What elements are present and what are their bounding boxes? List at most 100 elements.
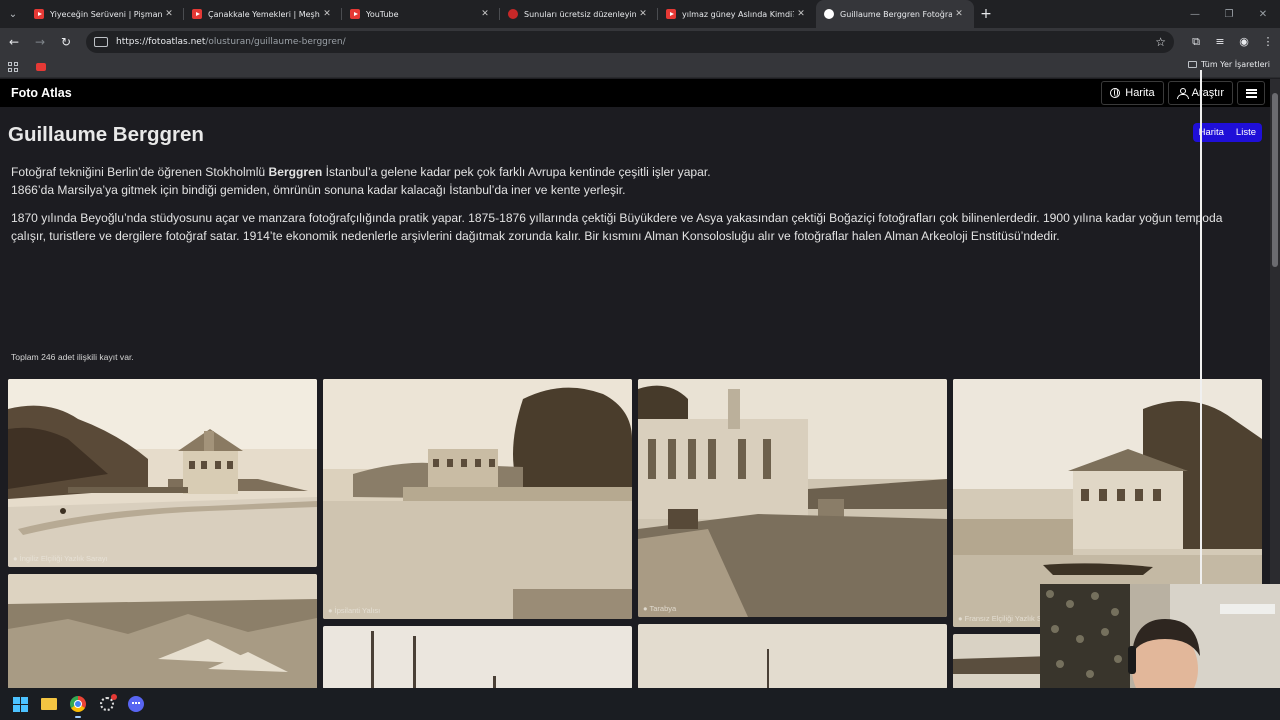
- biography: Fotoğraf tekniğini Berlin’de öğrenen Sto…: [11, 164, 1241, 256]
- chrome-taskbar-button[interactable]: [68, 694, 88, 718]
- extensions-icon[interactable]: ⧉: [1184, 35, 1208, 49]
- close-icon[interactable]: ✕: [952, 9, 966, 19]
- url-path: /olusturan/guillaume-berggren/: [205, 37, 346, 47]
- recording-app-icon: [100, 694, 117, 711]
- tab-title: Sunuları ücretsiz düzenleyin | W...: [524, 9, 636, 19]
- browser-toolbar: ← → ↻ https://fotoatlas.net/olusturan/gu…: [0, 28, 1280, 56]
- close-icon[interactable]: ✕: [320, 9, 334, 19]
- bio-text: 1866’da Marsilya’ya gitmek için bindiği …: [11, 182, 626, 197]
- map-nav-label: Harita: [1125, 87, 1155, 99]
- discord-taskbar-button[interactable]: [126, 694, 146, 714]
- sepia-photo: [8, 379, 317, 567]
- sepia-photo: [323, 379, 632, 619]
- new-tab-button[interactable]: +: [974, 6, 998, 22]
- bio-paragraph-2: 1870 yılında Beyoğlu’nda stüdyosunu açar…: [11, 211, 1223, 243]
- tab-title: Çanakkale Yemekleri | Meşhur Y...: [208, 9, 320, 19]
- reload-icon[interactable]: ↻: [54, 30, 78, 54]
- globe-icon: [824, 9, 834, 19]
- photo-card[interactable]: [323, 626, 632, 688]
- browser-tab[interactable]: Yiyeceğin Serüveni | Pişmaniye... ✕: [26, 0, 184, 28]
- tab-title: Yiyeceğin Serüveni | Pişmaniye...: [50, 9, 162, 19]
- close-icon[interactable]: ✕: [478, 9, 492, 19]
- bookmark-star-icon[interactable]: ☆: [1155, 35, 1166, 49]
- bio-text: İstanbul’a gelene kadar pek çok farklı A…: [322, 165, 711, 179]
- kebab-menu-icon[interactable]: ⋮: [1256, 35, 1280, 49]
- sepia-photo: [953, 634, 1053, 688]
- globe-icon: [1110, 88, 1121, 98]
- photo-card[interactable]: ● İngiliz Elçiliği Yazlık Sarayı: [8, 379, 317, 567]
- slides-icon: [508, 9, 518, 19]
- youtube-icon: [34, 9, 44, 19]
- bio-text: Fotoğraf tekniğini Berlin’de öğrenen Sto…: [11, 165, 269, 179]
- apps-grid-icon[interactable]: [8, 61, 18, 72]
- site-info-icon[interactable]: [94, 37, 108, 47]
- browser-tab-bar: ⌄ Yiyeceğin Serüveni | Pişmaniye... ✕ Ça…: [0, 0, 1280, 28]
- back-icon[interactable]: ←: [2, 30, 26, 54]
- photo-caption: ● İpsilanti Yalısı: [328, 606, 381, 615]
- menu-button[interactable]: [1237, 81, 1265, 105]
- folder-icon: [1187, 61, 1197, 68]
- text-cursor-line: [1200, 70, 1202, 584]
- os-taskbar: [0, 688, 1280, 720]
- youtube-icon: [192, 9, 202, 19]
- tab-title: Guillaume Berggren Fotoğrafları...: [840, 9, 952, 19]
- obs-taskbar-button[interactable]: [97, 694, 117, 714]
- bookmarks-bar: Tüm Yer İşaretleri: [0, 56, 1280, 78]
- address-bar[interactable]: https://fotoatlas.net/olusturan/guillaum…: [86, 31, 1174, 53]
- sepia-photo: [638, 624, 947, 688]
- site-header: Foto Atlas Harita Araştır: [0, 79, 1280, 107]
- scrollbar-thumb[interactable]: [1272, 93, 1278, 267]
- photo-caption: ● Tarabya: [643, 604, 677, 613]
- site-brand[interactable]: Foto Atlas: [11, 86, 72, 100]
- youtube-icon: [350, 9, 360, 19]
- tab-title: YouTube: [366, 9, 399, 19]
- record-count: Toplam 246 adet ilişkili kayıt var.: [11, 352, 134, 362]
- map-view-button[interactable]: Harita: [1192, 123, 1230, 142]
- profile-icon[interactable]: ◉: [1232, 35, 1256, 49]
- browser-tab[interactable]: Çanakkale Yemekleri | Meşhur Y... ✕: [184, 0, 342, 28]
- browser-tab-active[interactable]: Guillaume Berggren Fotoğrafları... ✕: [816, 0, 974, 28]
- map-nav-button[interactable]: Harita: [1101, 81, 1164, 105]
- sepia-photo: [638, 379, 947, 617]
- windows-logo-icon: [12, 696, 28, 712]
- photo-card[interactable]: [953, 634, 1053, 688]
- list-view-button[interactable]: Liste: [1229, 123, 1262, 142]
- forward-icon[interactable]: →: [28, 30, 52, 54]
- youtube-bookmark-icon[interactable]: [36, 62, 46, 71]
- bio-bold-name: Berggren: [268, 165, 323, 179]
- explore-icon: [1176, 88, 1189, 99]
- close-window-icon[interactable]: ✕: [1246, 0, 1280, 28]
- close-icon[interactable]: ✕: [636, 9, 650, 19]
- tab-search-icon[interactable]: ⌄: [0, 0, 26, 28]
- all-bookmarks-button[interactable]: Tüm Yer İşaretleri: [1187, 60, 1270, 69]
- photo-card[interactable]: [638, 624, 947, 688]
- file-explorer-button[interactable]: [39, 694, 59, 714]
- photo-caption: ● İngiliz Elçiliği Yazlık Sarayı: [13, 554, 108, 563]
- explore-nav-label: Araştır: [1191, 87, 1224, 99]
- tab-title: yılmaz güney Aslında Kimdi? | Y...: [682, 9, 794, 19]
- url-text[interactable]: https://fotoatlas.net/olusturan/guillaum…: [116, 37, 1155, 47]
- hamburger-icon: [1245, 88, 1257, 98]
- chrome-icon: [70, 696, 86, 712]
- browser-tab[interactable]: YouTube ✕: [342, 0, 500, 28]
- windows-start-button[interactable]: [10, 694, 30, 714]
- photo-card[interactable]: [8, 574, 317, 688]
- folder-icon: [41, 698, 57, 710]
- all-bookmarks-label: Tüm Yer İşaretleri: [1200, 60, 1270, 69]
- view-toggle: Harita Liste: [1192, 123, 1262, 142]
- youtube-icon: [666, 9, 676, 19]
- photo-card[interactable]: ● Tarabya: [638, 379, 947, 617]
- browser-tab[interactable]: yılmaz güney Aslında Kimdi? | Y... ✕: [658, 0, 816, 28]
- minimize-icon[interactable]: —: [1178, 0, 1212, 28]
- url-host: https://fotoatlas.net: [116, 37, 206, 47]
- restore-icon[interactable]: ❐: [1212, 0, 1246, 28]
- browser-tab[interactable]: Sunuları ücretsiz düzenleyin | W... ✕: [500, 0, 658, 28]
- window-controls: — ❐ ✕: [1178, 0, 1280, 28]
- discord-icon: [128, 696, 144, 712]
- close-icon[interactable]: ✕: [794, 9, 808, 19]
- page-title: Guillaume Berggren: [8, 123, 204, 146]
- sepia-photo: [323, 626, 632, 688]
- media-control-icon[interactable]: ≡: [1208, 35, 1232, 49]
- close-icon[interactable]: ✕: [162, 9, 176, 19]
- photo-card[interactable]: ● İpsilanti Yalısı: [323, 379, 632, 619]
